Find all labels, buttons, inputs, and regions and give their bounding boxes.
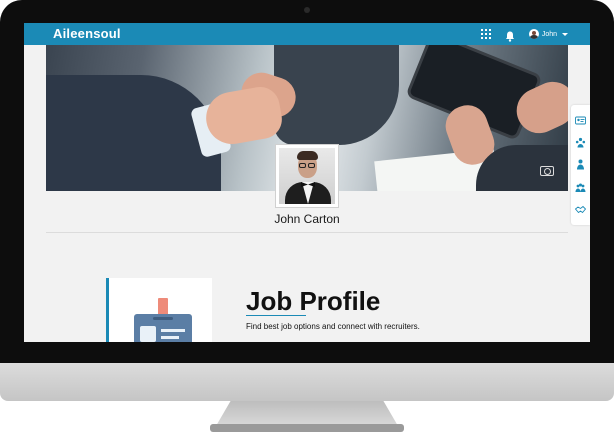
screen: Aileensoul John John Carton Job Profile … — [24, 23, 590, 342]
monitor-stand — [216, 401, 398, 426]
user-menu[interactable]: John — [528, 29, 568, 39]
apps-grid-icon[interactable] — [480, 29, 491, 39]
brand-logo[interactable]: Aileensoul — [53, 26, 121, 41]
id-card-icon[interactable] — [575, 115, 586, 126]
profile-name: John Carton — [274, 212, 340, 226]
notification-bell-icon[interactable] — [505, 29, 515, 42]
job-profile-title: Job Profile — [246, 286, 381, 316]
section-divider — [46, 232, 568, 233]
side-quick-menu — [571, 105, 590, 225]
team-icon[interactable] — [575, 137, 586, 148]
navbar-actions: John — [480, 23, 568, 45]
chevron-down-icon — [562, 32, 568, 36]
job-profile-subtitle: Find best job options and connect with r… — [246, 322, 420, 331]
webcam-dot — [304, 7, 310, 13]
handshake-icon[interactable] — [575, 204, 586, 215]
profile-photo[interactable] — [275, 144, 339, 208]
avatar — [528, 29, 539, 39]
monitor-stand-base — [210, 424, 404, 432]
user-menu-name: John — [541, 30, 557, 38]
change-cover-camera-icon[interactable] — [540, 166, 554, 176]
person-icon[interactable] — [575, 159, 586, 170]
group-icon[interactable] — [575, 182, 586, 193]
title-underline — [246, 315, 306, 316]
job-profile-illustration — [106, 278, 212, 342]
monitor-chin — [0, 363, 614, 401]
top-navbar: Aileensoul John — [24, 23, 590, 45]
monitor-frame: Aileensoul John John Carton Job Profile … — [0, 0, 614, 435]
